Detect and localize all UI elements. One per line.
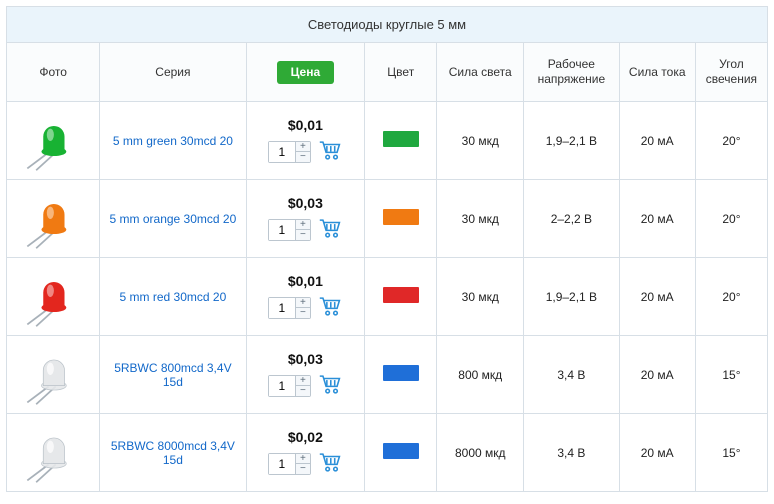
price-cell: $0,01 + − [246,102,365,180]
angle-cell: 20° [695,102,767,180]
table-row: 5 mm red 30mcd 20 $0,01 + − 30 мкд1,9–2,… [7,258,768,336]
table-row: 5RBWC 800mcd 3,4V 15d $0,03 + − 800 мкд3… [7,336,768,414]
voltage-cell: 2–2,2 В [524,180,619,258]
series-cell: 5RBWC 8000mcd 3,4V 15d [100,414,246,492]
col-angle: Угол свечения [695,43,767,102]
qty-minus[interactable]: − [296,464,310,474]
color-swatch [383,131,419,147]
luminous-cell: 30 мкд [437,258,524,336]
price-cell: $0,02 + − [246,414,365,492]
price-value: $0,01 [288,273,323,289]
col-luminous: Сила света [437,43,524,102]
qty-stepper[interactable]: + − [268,375,311,397]
led-table: Светодиоды круглые 5 мм Фото Серия Цена … [6,6,768,492]
color-cell [365,336,437,414]
color-swatch [383,209,419,225]
qty-stepper[interactable]: + − [268,141,311,163]
luminous-cell: 8000 мкд [437,414,524,492]
col-price: Цена [246,43,365,102]
qty-minus[interactable]: − [296,230,310,240]
qty-stepper[interactable]: + − [268,219,311,241]
col-series: Серия [100,43,246,102]
cart-icon[interactable] [317,373,343,398]
series-cell: 5RBWC 800mcd 3,4V 15d [100,336,246,414]
qty-input[interactable] [269,142,295,162]
led-photo [7,414,100,492]
qty-input[interactable] [269,220,295,240]
color-cell [365,414,437,492]
table-title: Светодиоды круглые 5 мм [7,7,768,43]
led-photo [7,102,100,180]
luminous-cell: 30 мкд [437,180,524,258]
luminous-cell: 800 мкд [437,336,524,414]
col-current: Сила тока [619,43,695,102]
current-cell: 20 мА [619,258,695,336]
voltage-cell: 1,9–2,1 В [524,102,619,180]
table-row: 5 mm orange 30mcd 20 $0,03 + − 30 мкд2–2… [7,180,768,258]
price-value: $0,01 [288,117,323,133]
price-cell: $0,03 + − [246,180,365,258]
col-voltage: Рабочее напряжение [524,43,619,102]
qty-input[interactable] [269,376,295,396]
price-header-badge[interactable]: Цена [277,61,335,84]
angle-cell: 20° [695,180,767,258]
voltage-cell: 3,4 В [524,414,619,492]
table-title-row: Светодиоды круглые 5 мм [7,7,768,43]
color-swatch [383,287,419,303]
series-cell: 5 mm green 30mcd 20 [100,102,246,180]
series-link[interactable]: 5 mm orange 30mcd 20 [110,212,237,226]
angle-cell: 15° [695,336,767,414]
cart-icon[interactable] [317,217,343,242]
series-link[interactable]: 5RBWC 8000mcd 3,4V 15d [111,439,235,467]
voltage-cell: 1,9–2,1 В [524,258,619,336]
series-link[interactable]: 5 mm red 30mcd 20 [120,290,227,304]
color-cell [365,180,437,258]
qty-minus[interactable]: − [296,386,310,396]
series-cell: 5 mm orange 30mcd 20 [100,180,246,258]
qty-input[interactable] [269,298,295,318]
price-value: $0,03 [288,195,323,211]
cart-icon[interactable] [317,139,343,164]
table-row: 5RBWC 8000mcd 3,4V 15d $0,02 + − 8000 мк… [7,414,768,492]
led-photo [7,258,100,336]
qty-stepper[interactable]: + − [268,297,311,319]
current-cell: 20 мА [619,336,695,414]
price-value: $0,03 [288,351,323,367]
color-cell [365,102,437,180]
angle-cell: 15° [695,414,767,492]
col-color: Цвет [365,43,437,102]
series-link[interactable]: 5RBWC 800mcd 3,4V 15d [114,361,231,389]
color-swatch [383,365,419,381]
series-link[interactable]: 5 mm green 30mcd 20 [113,134,233,148]
qty-input[interactable] [269,454,295,474]
led-photo [7,180,100,258]
cart-icon[interactable] [317,295,343,320]
current-cell: 20 мА [619,102,695,180]
current-cell: 20 мА [619,414,695,492]
qty-minus[interactable]: − [296,308,310,318]
price-cell: $0,03 + − [246,336,365,414]
cart-icon[interactable] [317,451,343,476]
voltage-cell: 3,4 В [524,336,619,414]
luminous-cell: 30 мкд [437,102,524,180]
series-cell: 5 mm red 30mcd 20 [100,258,246,336]
table-row: 5 mm green 30mcd 20 $0,01 + − 30 мкд1,9–… [7,102,768,180]
price-value: $0,02 [288,429,323,445]
current-cell: 20 мА [619,180,695,258]
led-photo [7,336,100,414]
qty-minus[interactable]: − [296,152,310,162]
qty-stepper[interactable]: + − [268,453,311,475]
angle-cell: 20° [695,258,767,336]
price-cell: $0,01 + − [246,258,365,336]
col-photo: Фото [7,43,100,102]
color-cell [365,258,437,336]
color-swatch [383,443,419,459]
table-header-row: Фото Серия Цена Цвет Сила света Рабочее … [7,43,768,102]
